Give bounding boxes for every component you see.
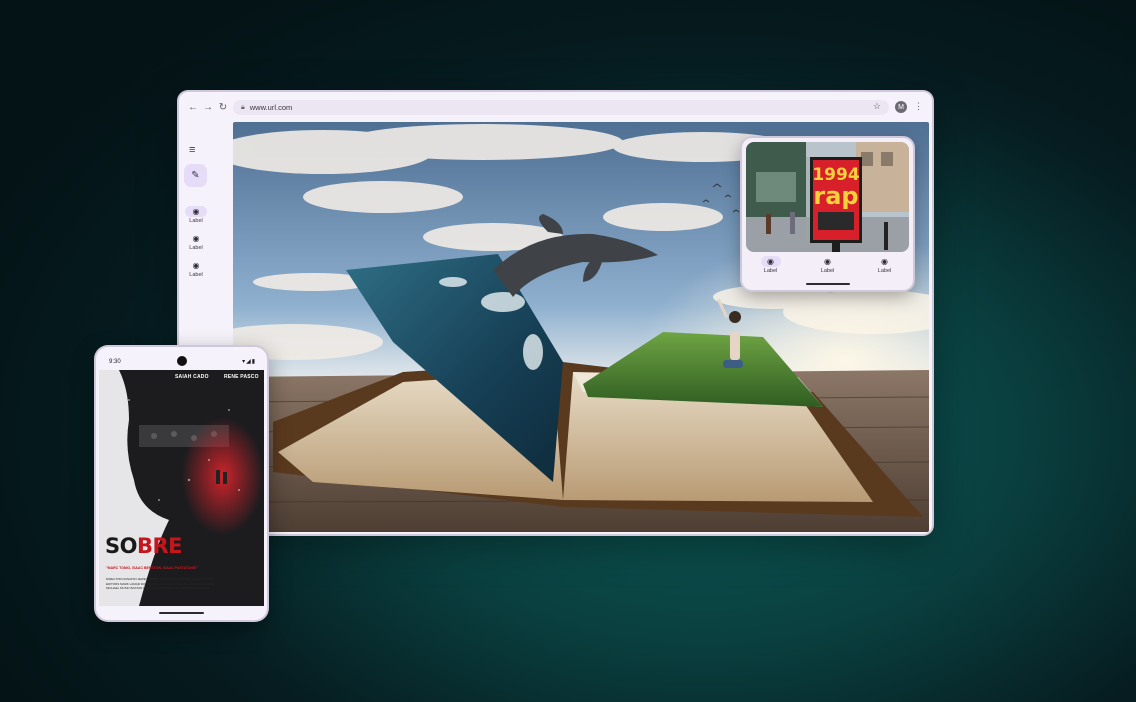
poster-title-part2: BRE <box>136 534 183 558</box>
poster-credits: DIRECTOR DONATAN JEWEY DIRECTOR OF PHOTO… <box>106 577 215 590</box>
lock-icon: 🔒︎ <box>241 103 245 111</box>
url-text: www.url.com <box>249 103 293 112</box>
poster-tagline: "MARC TONIO, ISAAC BENSTON, ISAAC PASTAT… <box>106 566 198 570</box>
mini-nav-item-2[interactable]: ◉ Label <box>808 254 848 282</box>
gesture-handle <box>159 612 204 614</box>
gesture-handle <box>806 283 850 285</box>
signal-battery-icon: ▾◢▮ <box>242 359 256 365</box>
floating-mini-window: 1994 rap ◉ Label ◉ Label ◉ Label <box>742 138 913 290</box>
phone-device: 9:30 ▾◢▮ SAIAH CADO RENE PASCO SOBRE "MA… <box>96 347 267 620</box>
radio-icon: ◉ <box>760 256 781 267</box>
radio-icon: ◉ <box>185 206 207 217</box>
rail-item-2[interactable]: ◉ Label <box>184 233 208 251</box>
radio-icon: ◉ <box>824 257 831 266</box>
more-vert-icon[interactable]: ⋮ <box>914 101 923 112</box>
menu-icon[interactable]: ≡ <box>189 144 195 156</box>
rail-item-label: Label <box>189 218 203 224</box>
camera-cutout <box>177 356 187 366</box>
mini-bottom-nav: ◉ Label ◉ Label ◉ Label <box>742 254 913 282</box>
radio-icon: ◉ <box>881 257 888 266</box>
poster-title-bottom: rap <box>813 182 858 210</box>
rail-item-label: Label <box>189 245 203 251</box>
browser-toolbar: ← → ↻ 🔒︎ www.url.com ☆ M ⋮ <box>179 92 932 122</box>
edit-fab-button[interactable]: ✎ <box>184 164 207 187</box>
mini-nav-item-3[interactable]: ◉ Label <box>865 254 905 282</box>
poster-title-part1: SO <box>105 534 137 558</box>
mini-nav-item-1[interactable]: ◉ Label <box>751 254 791 282</box>
reload-icon[interactable]: ↻ <box>216 102 230 113</box>
mini-nav-label: Label <box>763 268 778 274</box>
street-poster-photo: 1994 rap <box>746 142 909 252</box>
mini-nav-label: Label <box>820 268 835 274</box>
radio-icon: ◉ <box>192 261 200 270</box>
radio-icon: ◉ <box>192 234 200 243</box>
rail-item-3[interactable]: ◉ Label <box>184 260 208 278</box>
poster-title: SOBRE <box>105 534 183 558</box>
status-time: 9:30 <box>109 359 121 365</box>
star-icon[interactable]: ☆ <box>873 101 881 112</box>
mini-nav-label: Label <box>877 268 892 274</box>
edit-pencil-icon: ✎ <box>191 170 200 181</box>
nav-buttons: ← → ↻ <box>186 102 230 113</box>
arrow-left-icon[interactable]: ← <box>186 102 200 113</box>
rail-item-1[interactable]: ◉ Label <box>184 206 208 224</box>
profile-avatar[interactable]: M <box>895 101 907 113</box>
movie-poster: SAIAH CADO RENE PASCO SOBRE "MARC TONIO,… <box>99 370 264 606</box>
rail-item-label: Label <box>189 272 203 278</box>
poster-actor-left: SAIAH CADO <box>175 374 209 380</box>
address-bar[interactable]: 🔒︎ www.url.com ☆ <box>233 100 889 115</box>
arrow-right-icon[interactable]: → <box>201 102 215 113</box>
status-bar: 9:30 ▾◢▮ <box>96 347 267 370</box>
poster-actor-right: RENE PASCO <box>224 374 259 380</box>
